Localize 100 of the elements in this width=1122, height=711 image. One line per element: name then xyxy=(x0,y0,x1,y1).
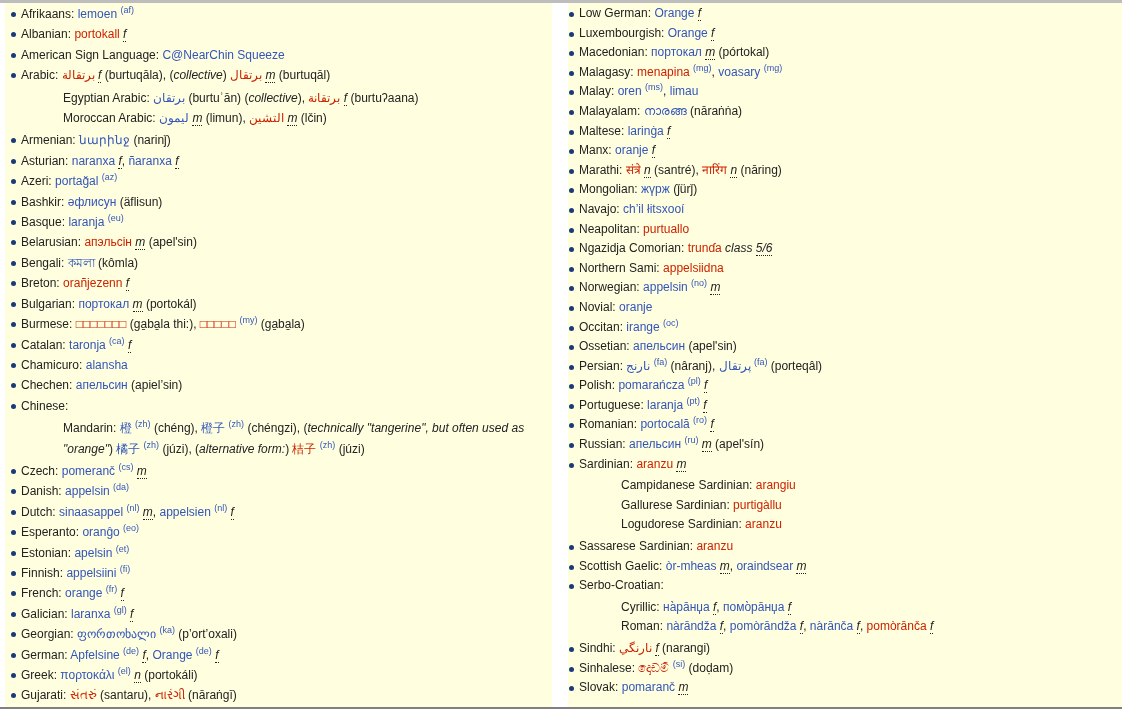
translation-link[interactable]: oren xyxy=(617,84,642,99)
translation-link[interactable]: pomarańcza xyxy=(618,378,685,393)
language-code-link[interactable]: (az) xyxy=(101,172,118,183)
translation-link[interactable]: purtuallo xyxy=(643,221,690,236)
translation-link[interactable]: Orange xyxy=(152,647,193,662)
translation-link[interactable]: appelsin xyxy=(65,484,110,499)
language-code-link[interactable]: (ru) xyxy=(684,435,699,446)
translation-link[interactable]: әфлисун xyxy=(67,194,117,209)
translation-link[interactable]: larinġa xyxy=(627,123,664,138)
translation-link[interactable]: નારંગી xyxy=(154,688,185,703)
translation-link[interactable]: портокал xyxy=(651,45,702,60)
language-code-link[interactable]: (af) xyxy=(120,5,134,15)
translation-link[interactable]: πορτοκάλι xyxy=(60,668,115,682)
translation-link[interactable]: апельсин xyxy=(629,437,682,452)
translation-link[interactable]: pomeranč xyxy=(61,463,116,478)
language-code-link[interactable]: (zh) xyxy=(143,439,160,450)
translation-link[interactable]: irange xyxy=(626,319,660,334)
translation-link[interactable]: апельсин xyxy=(75,378,128,393)
translation-link[interactable]: sinaasappel xyxy=(59,504,124,519)
translation-link[interactable]: menapina xyxy=(637,64,690,79)
translation-link[interactable]: 桔子 xyxy=(292,441,317,456)
translation-link[interactable]: നാരങ്ങ xyxy=(643,103,687,118)
language-code-link[interactable]: (da) xyxy=(113,482,130,493)
translation-link[interactable]: жүрж xyxy=(641,182,670,197)
translation-link[interactable]: oranĝo xyxy=(82,525,120,540)
language-code-link[interactable]: (ro) xyxy=(693,415,708,426)
language-code-link[interactable]: (pt) xyxy=(686,395,700,406)
language-code-link[interactable]: (de) xyxy=(195,645,212,656)
language-code-link[interactable]: (si) xyxy=(672,658,686,669)
language-code-link[interactable]: (eo) xyxy=(123,523,140,534)
translation-link[interactable]: نارنگي xyxy=(619,641,653,655)
translation-link[interactable]: oranje xyxy=(619,299,653,314)
language-code-link[interactable]: (eu) xyxy=(107,213,124,224)
translation-link[interactable]: संत्रे xyxy=(625,162,641,177)
language-code-link[interactable]: (de) xyxy=(123,645,140,656)
language-code-link[interactable]: (zh) xyxy=(228,419,245,430)
translation-link[interactable]: laranxa xyxy=(71,606,111,621)
translation-link[interactable]: oranje xyxy=(615,143,649,158)
translation-link[interactable]: portokall xyxy=(74,27,120,42)
translation-link[interactable]: на̀ра̄нџа xyxy=(663,599,710,614)
translation-link[interactable]: □□□□□ xyxy=(199,317,237,332)
translation-link[interactable]: apelsin xyxy=(74,545,113,560)
translation-link[interactable]: nàrāndža xyxy=(666,619,717,634)
translation-link[interactable]: 橙 xyxy=(119,421,132,436)
language-code-link[interactable]: (mg) xyxy=(763,62,783,73)
translation-link[interactable]: appelsiini xyxy=(66,565,117,580)
translation-link[interactable]: 橙子 xyxy=(201,421,226,436)
translation-link[interactable]: pomaranč xyxy=(621,680,676,695)
translation-link[interactable]: orange xyxy=(65,586,103,601)
language-code-link[interactable]: (nl) xyxy=(214,502,228,513)
translation-link[interactable]: □□□□□□□ xyxy=(75,317,127,332)
language-code-link[interactable]: (pl) xyxy=(687,376,701,387)
translation-link[interactable]: දොඩම් xyxy=(638,660,670,675)
translation-link[interactable]: oraindsear xyxy=(736,558,794,573)
translation-link[interactable]: pomòrānča xyxy=(866,619,927,634)
translation-link[interactable]: limau xyxy=(669,84,699,99)
language-code-link[interactable]: (zh) xyxy=(319,439,336,450)
translation-link[interactable]: помо̀ра̄нџа xyxy=(722,599,785,614)
translation-link[interactable]: նարինջ xyxy=(79,133,131,148)
translation-link[interactable]: برتقالة xyxy=(61,68,95,83)
translation-link[interactable]: alansha xyxy=(85,357,128,372)
translation-link[interactable]: portağal xyxy=(55,174,99,189)
language-code-link[interactable]: (no) xyxy=(691,278,708,289)
translation-link[interactable]: 橘子 xyxy=(116,441,141,456)
language-code-link[interactable]: (et) xyxy=(115,543,130,554)
translation-link[interactable]: التشين xyxy=(249,111,285,126)
language-code-link[interactable]: (my) xyxy=(239,315,258,326)
language-code-link[interactable]: (mg) xyxy=(693,62,712,73)
translation-link[interactable]: Orange xyxy=(654,6,695,20)
translation-link[interactable]: laranja xyxy=(68,215,105,230)
translation-link[interactable]: কমলা xyxy=(67,255,95,270)
translation-link[interactable]: laranja xyxy=(647,397,684,412)
language-code-link[interactable]: (fa) xyxy=(753,356,768,367)
translation-link[interactable]: پرتقال xyxy=(718,358,751,373)
translation-link[interactable]: voasary xyxy=(718,64,761,79)
translation-link[interactable]: portocală xyxy=(640,417,690,432)
translation-link[interactable]: برتقال xyxy=(230,68,263,83)
language-code-link[interactable]: (gl) xyxy=(113,604,127,615)
language-code-link[interactable]: (ca) xyxy=(109,335,125,346)
translation-link[interactable]: Orange xyxy=(667,25,708,40)
translation-link[interactable]: C@NearChin Squeeze xyxy=(162,47,285,62)
translation-link[interactable]: purtigàllu xyxy=(733,497,782,512)
language-code-link[interactable]: (zh) xyxy=(135,419,151,430)
translation-link[interactable]: taronja xyxy=(69,337,106,352)
language-code-link[interactable]: (nl) xyxy=(126,502,140,513)
translation-link[interactable]: ليمون xyxy=(159,111,190,126)
translation-link[interactable]: ch’il łitsxooí xyxy=(623,201,685,216)
language-code-link[interactable]: (el) xyxy=(117,666,131,676)
translation-link[interactable]: aranzu xyxy=(745,517,782,532)
translation-link[interactable]: lemoen xyxy=(77,7,118,21)
translation-link[interactable]: aranzu xyxy=(636,456,674,471)
language-code-link[interactable]: (ka) xyxy=(159,625,175,636)
translation-link[interactable]: برتقان xyxy=(153,90,186,105)
translation-link[interactable]: òr-mheas xyxy=(665,558,717,573)
translation-link[interactable]: orañjezenn xyxy=(63,276,123,291)
translation-link[interactable]: Apfelsine xyxy=(70,647,120,662)
language-code-link[interactable]: (fa) xyxy=(653,356,668,367)
translation-link[interactable]: appelsin xyxy=(643,280,688,295)
language-code-link[interactable]: (fi) xyxy=(119,563,131,574)
translation-link[interactable]: نارنج xyxy=(626,358,651,373)
